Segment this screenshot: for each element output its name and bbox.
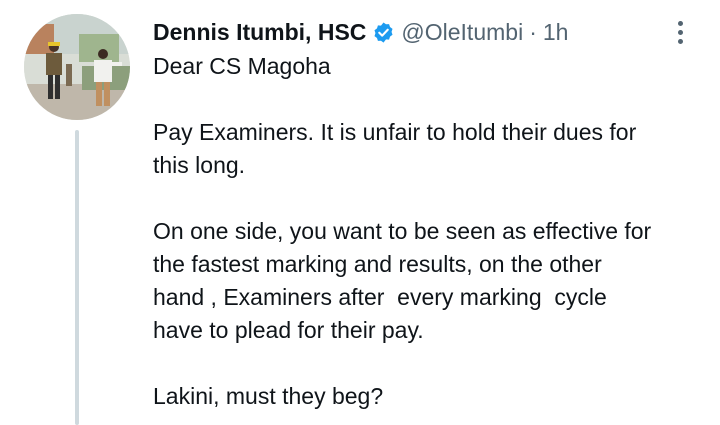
tweet[interactable]: Dennis Itumbi, HSC @OleItumbi · 1h Dear …: [0, 0, 720, 425]
tweet-line: Lakini, must they beg?: [153, 383, 384, 409]
more-dot: [677, 38, 683, 44]
tweet-line: have to plead for their pay.: [153, 317, 424, 343]
verified-badge-icon: [372, 21, 395, 44]
author-handle[interactable]: @OleItumbi: [401, 15, 523, 49]
avatar-photo: [24, 14, 130, 120]
thread-connector-line: [75, 130, 79, 425]
tweet-line: hand , Examiners after every marking cyc…: [153, 284, 607, 310]
author-name[interactable]: Dennis Itumbi, HSC: [153, 15, 366, 49]
tweet-timestamp[interactable]: 1h: [543, 15, 569, 49]
tweet-line: On one side, you want to be seen as effe…: [153, 218, 652, 244]
avatar[interactable]: [24, 14, 130, 120]
tweet-text: Dear CS Magoha Pay Examiners. It is unfa…: [153, 50, 713, 413]
more-dot: [677, 29, 683, 35]
separator-dot: ·: [529, 19, 537, 45]
tweet-header: Dennis Itumbi, HSC @OleItumbi · 1h: [153, 15, 568, 49]
tweet-greeting: Dear CS Magoha: [153, 53, 331, 79]
more-options-icon[interactable]: [668, 14, 692, 50]
more-dot: [677, 20, 683, 26]
tweet-line: the fastest marking and results, on the …: [153, 251, 602, 277]
tweet-line: Pay Examiners. It is unfair to hold thei…: [153, 119, 637, 145]
tweet-line: this long.: [153, 152, 246, 178]
